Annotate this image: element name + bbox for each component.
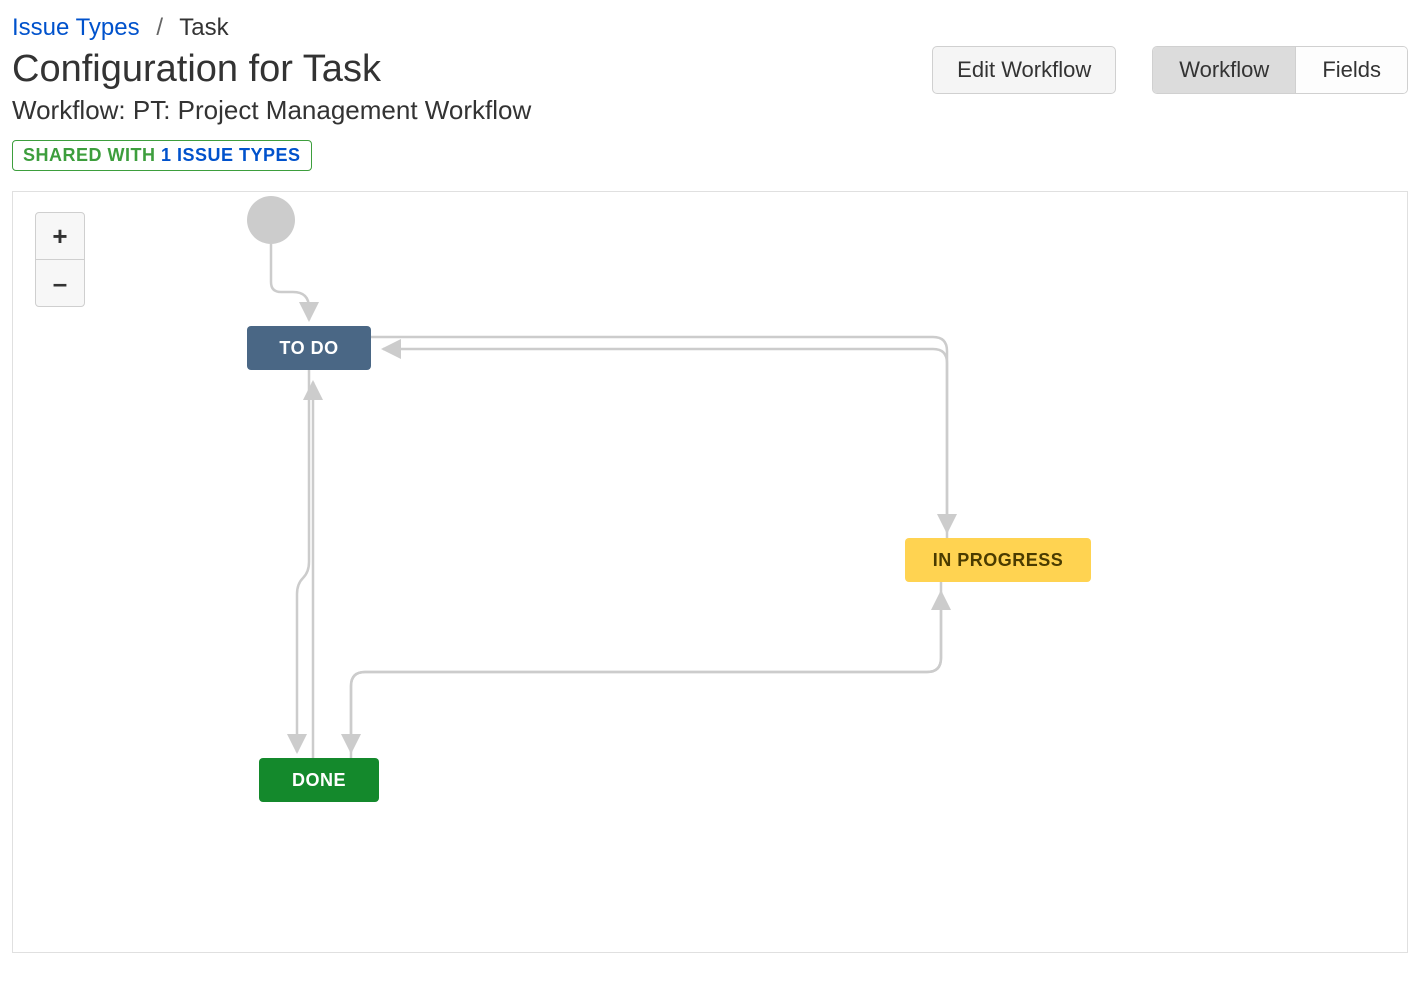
zoom-out-button[interactable]: –: [36, 259, 84, 306]
breadcrumb-separator: /: [156, 14, 163, 41]
page-title: Configuration for Task: [12, 48, 531, 91]
zoom-in-button[interactable]: +: [36, 213, 84, 259]
status-node-in-progress[interactable]: IN PROGRESS: [905, 538, 1091, 582]
breadcrumb-link-issue-types[interactable]: Issue Types: [12, 14, 140, 41]
workflow-subtitle: Workflow: PT: Project Management Workflo…: [12, 95, 531, 126]
zoom-controls: + –: [35, 212, 85, 307]
breadcrumb-current: Task: [179, 14, 228, 41]
status-node-todo[interactable]: TO DO: [247, 326, 371, 370]
view-tab-group: Workflow Fields: [1152, 46, 1408, 94]
shared-with-badge[interactable]: SHARED WITH 1 ISSUE TYPES: [12, 140, 312, 171]
workflow-name: PT: Project Management Workflow: [133, 95, 531, 125]
edit-workflow-button[interactable]: Edit Workflow: [932, 46, 1116, 94]
shared-with-count: 1 ISSUE TYPES: [161, 145, 301, 165]
workflow-diagram-panel[interactable]: + –: [12, 191, 1408, 953]
shared-with-prefix: SHARED WITH: [23, 145, 161, 165]
status-node-done[interactable]: DONE: [259, 758, 379, 802]
breadcrumb: Issue Types / Task: [12, 14, 531, 42]
workflow-subtitle-prefix: Workflow:: [12, 95, 133, 125]
tab-fields[interactable]: Fields: [1295, 47, 1407, 93]
workflow-start-node[interactable]: [247, 196, 295, 244]
tab-workflow[interactable]: Workflow: [1153, 47, 1295, 93]
